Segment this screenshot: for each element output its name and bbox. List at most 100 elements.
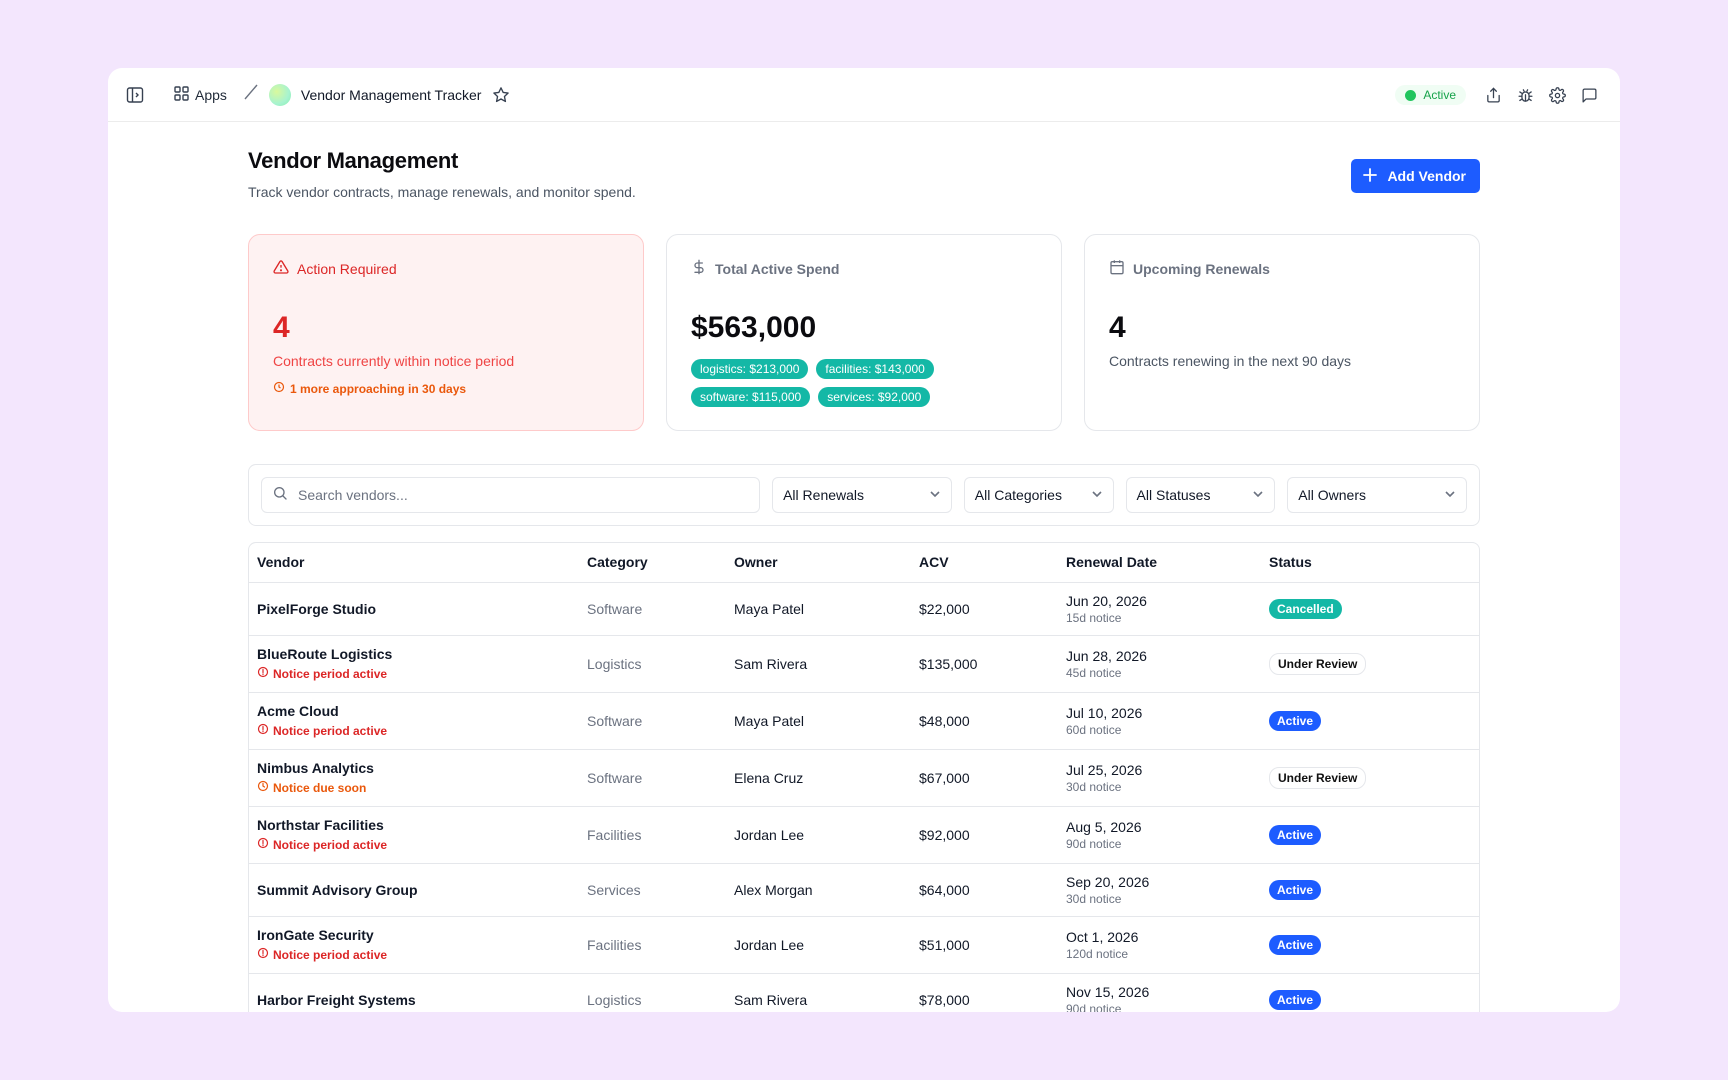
column-header-renewal-date[interactable]: Renewal Date: [1058, 543, 1261, 583]
renewal-date: Nov 15, 2026: [1066, 983, 1150, 1000]
column-header-vendor[interactable]: Vendor: [249, 543, 579, 583]
notice-warning: Notice period active: [257, 947, 579, 962]
spend-chip-logistics: logistics: $213,000: [691, 359, 809, 379]
gear-icon[interactable]: [1548, 86, 1566, 104]
status-badge: Active: [1269, 824, 1322, 845]
filter-bar: All Renewals All Categories All Statuses…: [248, 464, 1480, 526]
notice-period: 15d notice: [1066, 610, 1122, 625]
chevron-down-icon: [1091, 487, 1103, 503]
cell-owner: Elena Cruz: [726, 749, 911, 807]
alert-circle-icon: [257, 780, 269, 795]
cell-vendor: Acme Cloud Notice period active: [249, 692, 579, 750]
plus-icon: [1363, 167, 1378, 185]
cell-acv: $48,000: [911, 692, 1058, 750]
cell-vendor: PixelForge Studio: [249, 582, 579, 636]
cell-vendor: Nimbus Analytics Notice due soon: [249, 749, 579, 807]
cell-category: Logistics: [579, 973, 726, 1012]
chevron-down-icon: [1252, 487, 1264, 503]
status-badge: Cancelled: [1269, 598, 1342, 619]
card-title: Action Required: [297, 260, 397, 277]
table-row[interactable]: PixelForge Studio Software Maya Patel $2…: [249, 582, 1479, 636]
notice-warning-text: Notice period active: [273, 723, 388, 738]
renewal-date: Jun 20, 2026: [1066, 592, 1147, 609]
status-badge: Active: [1269, 989, 1322, 1010]
vendor-name[interactable]: Summit Advisory Group: [257, 882, 579, 898]
cell-acv: $51,000: [911, 916, 1058, 974]
table-row[interactable]: Summit Advisory Group Services Alex Morg…: [249, 863, 1479, 917]
vendor-name[interactable]: Acme Cloud: [257, 703, 579, 719]
notice-period: 45d notice: [1066, 665, 1122, 680]
status-label: Active: [1423, 88, 1456, 102]
vendor-name[interactable]: BlueRoute Logistics: [257, 646, 579, 662]
cell-renewal-date: Jul 25, 2026 30d notice: [1058, 749, 1261, 807]
notice-period: 30d notice: [1066, 891, 1122, 906]
cell-owner: Maya Patel: [726, 692, 911, 750]
search-box: [261, 477, 761, 513]
table-row[interactable]: Harbor Freight Systems Logistics Sam Riv…: [249, 973, 1479, 1012]
categories-filter-value: All Categories: [974, 487, 1062, 503]
table-row[interactable]: Acme Cloud Notice period active Software…: [249, 692, 1479, 750]
summary-cards: Action Required 4 Contracts currently wi…: [248, 234, 1480, 431]
add-vendor-label: Add Vendor: [1387, 168, 1466, 184]
add-vendor-button[interactable]: Add Vendor: [1351, 159, 1480, 193]
spend-chip-services: services: $92,000: [818, 387, 931, 407]
notice-warning-text: Notice period active: [273, 947, 388, 962]
notice-warning: Notice period active: [257, 837, 579, 852]
notice-warning-text: Notice period active: [273, 837, 388, 852]
column-header-status[interactable]: Status: [1261, 543, 1479, 583]
cell-category: Software: [579, 692, 726, 750]
top-bar: Apps Vendor Management Tracker Active: [108, 68, 1620, 122]
card-header: Upcoming Renewals: [1109, 259, 1455, 278]
card-header: Action Required: [273, 259, 619, 278]
table-row[interactable]: IronGate Security Notice period active F…: [249, 916, 1479, 974]
column-header-acv[interactable]: ACV: [911, 543, 1058, 583]
renewals-filter[interactable]: All Renewals: [772, 477, 952, 513]
status-badge: Active: [1269, 879, 1322, 900]
vendor-name[interactable]: PixelForge Studio: [257, 601, 579, 617]
search-input[interactable]: [298, 487, 738, 503]
star-icon[interactable]: [491, 85, 511, 105]
cell-renewal-date: Sep 20, 2026 30d notice: [1058, 863, 1261, 917]
statuses-filter[interactable]: All Statuses: [1125, 477, 1276, 513]
cell-category: Logistics: [579, 635, 726, 693]
categories-filter[interactable]: All Categories: [963, 477, 1114, 513]
chat-icon[interactable]: [1580, 86, 1598, 104]
vendor-name[interactable]: IronGate Security: [257, 927, 579, 943]
cell-owner: Jordan Lee: [726, 806, 911, 864]
renewal-date: Jun 28, 2026: [1066, 647, 1147, 664]
notice-period: 120d notice: [1066, 946, 1129, 961]
spend-total: $563,000: [691, 311, 817, 344]
vendor-name[interactable]: Northstar Facilities: [257, 817, 579, 833]
sidebar-toggle-icon[interactable]: [124, 84, 146, 106]
apps-label: Apps: [195, 86, 227, 103]
apps-link[interactable]: Apps: [174, 85, 227, 104]
table-row[interactable]: BlueRoute Logistics Notice period active…: [249, 635, 1479, 693]
cell-owner: Alex Morgan: [726, 863, 911, 917]
notice-warning: Notice period active: [257, 723, 579, 738]
topbar-actions: Active: [1395, 68, 1598, 122]
cell-renewal-date: Oct 1, 2026 120d notice: [1058, 916, 1261, 974]
cell-owner: Jordan Lee: [726, 916, 911, 974]
renewals-description: Contracts renewing in the next 90 days: [1109, 353, 1352, 369]
cell-status: Cancelled: [1261, 582, 1479, 636]
cell-category: Software: [579, 749, 726, 807]
table-row[interactable]: Northstar Facilities Notice period activ…: [249, 806, 1479, 864]
table-row[interactable]: Nimbus Analytics Notice due soon Softwar…: [249, 749, 1479, 807]
chevron-down-icon: [929, 487, 941, 503]
main-content: Vendor Management Track vendor contracts…: [248, 148, 1480, 1012]
notice-period: 30d notice: [1066, 779, 1122, 794]
vendor-name[interactable]: Nimbus Analytics: [257, 760, 579, 776]
cell-renewal-date: Nov 15, 2026 90d notice: [1058, 973, 1261, 1012]
owners-filter-value: All Owners: [1298, 487, 1366, 503]
cell-status: Active: [1261, 916, 1479, 974]
column-header-owner[interactable]: Owner: [726, 543, 911, 583]
cell-acv: $67,000: [911, 749, 1058, 807]
bug-icon[interactable]: [1516, 86, 1534, 104]
share-icon[interactable]: [1484, 86, 1502, 104]
cell-acv: $64,000: [911, 863, 1058, 917]
vendor-name[interactable]: Harbor Freight Systems: [257, 992, 579, 1008]
column-header-category[interactable]: Category: [579, 543, 726, 583]
notice-warning: Notice period active: [257, 666, 579, 681]
owners-filter[interactable]: All Owners: [1287, 477, 1467, 513]
renewal-date: Aug 5, 2026: [1066, 818, 1142, 835]
